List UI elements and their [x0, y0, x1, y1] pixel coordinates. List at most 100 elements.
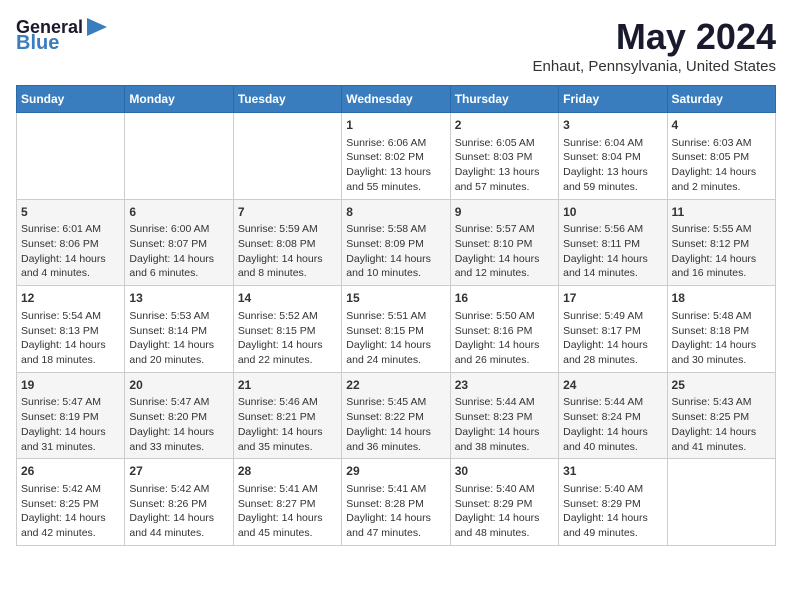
main-title: May 2024 [533, 16, 777, 58]
day-number: 24 [563, 377, 662, 394]
day-content: Sunrise: 6:06 AM Sunset: 8:02 PM Dayligh… [346, 136, 445, 195]
calendar-cell: 9Sunrise: 5:57 AM Sunset: 8:10 PM Daylig… [450, 199, 558, 286]
calendar-cell: 22Sunrise: 5:45 AM Sunset: 8:22 PM Dayli… [342, 372, 450, 459]
calendar-header-wednesday: Wednesday [342, 86, 450, 113]
day-content: Sunrise: 5:46 AM Sunset: 8:21 PM Dayligh… [238, 395, 337, 454]
calendar-cell: 1 Sunrise: 6:06 AM Sunset: 8:02 PM Daylig… [342, 113, 450, 200]
calendar-cell: 8Sunrise: 5:58 AM Sunset: 8:09 PM Daylig… [342, 199, 450, 286]
subtitle: Enhaut, Pennsylvania, United States [533, 58, 777, 75]
calendar-cell: 31 Sunrise: 5:40 AM Sunset: 8:29 PM Dayli… [559, 459, 667, 546]
day-content: Sunrise: 5:48 AM Sunset: 8:18 PM Dayligh… [672, 309, 771, 368]
day-content: Sunrise: 5:49 AM Sunset: 8:17 PM Dayligh… [563, 309, 662, 368]
day-number: 15 [346, 290, 445, 307]
calendar-cell: 15 Sunrise: 5:51 AM Sunset: 8:15 PM Dayli… [342, 286, 450, 373]
calendar-header-tuesday: Tuesday [233, 86, 341, 113]
calendar-cell: 24Sunrise: 5:44 AM Sunset: 8:24 PM Dayli… [559, 372, 667, 459]
calendar-cell: 14 Sunrise: 5:52 AM Sunset: 8:15 PM Dayli… [233, 286, 341, 373]
day-content: Sunrise: 6:04 AM Sunset: 8:04 PM Dayligh… [563, 136, 662, 195]
day-number: 23 [455, 377, 554, 394]
day-number: 4 [672, 117, 771, 134]
day-number: 7 [238, 204, 337, 221]
day-number: 2 [455, 117, 554, 134]
calendar-cell: 12Sunrise: 5:54 AM Sunset: 8:13 PM Dayli… [17, 286, 125, 373]
logo-arrow-icon [83, 16, 111, 38]
calendar-cell [667, 459, 775, 546]
day-number: 14 [238, 290, 337, 307]
calendar-cell: 29 Sunrise: 5:41 AM Sunset: 8:28 PM Dayli… [342, 459, 450, 546]
calendar-cell: 19Sunrise: 5:47 AM Sunset: 8:19 PM Dayli… [17, 372, 125, 459]
day-content: Sunrise: 5:51 AM Sunset: 8:15 PM Dayligh… [346, 309, 445, 368]
day-number: 9 [455, 204, 554, 221]
page-header: General Blue May 2024 Enhaut, Pennsylvan… [16, 16, 776, 75]
day-content: Sunrise: 5:56 AM Sunset: 8:11 PM Dayligh… [563, 222, 662, 281]
calendar-header-row: SundayMondayTuesdayWednesdayThursdayFrid… [17, 86, 776, 113]
day-content: Sunrise: 6:05 AM Sunset: 8:03 PM Dayligh… [455, 136, 554, 195]
calendar-week-5: 26 Sunrise: 5:42 AM Sunset: 8:25 PM Dayli… [17, 459, 776, 546]
calendar-cell: 10Sunrise: 5:56 AM Sunset: 8:11 PM Dayli… [559, 199, 667, 286]
calendar-cell: 26 Sunrise: 5:42 AM Sunset: 8:25 PM Dayli… [17, 459, 125, 546]
calendar-cell: 11Sunrise: 5:55 AM Sunset: 8:12 PM Dayli… [667, 199, 775, 286]
calendar-cell: 30Sunrise: 5:40 AM Sunset: 8:29 PM Dayli… [450, 459, 558, 546]
day-number: 13 [129, 290, 228, 307]
calendar-cell: 20Sunrise: 5:47 AM Sunset: 8:20 PM Dayli… [125, 372, 233, 459]
calendar-header-sunday: Sunday [17, 86, 125, 113]
calendar-week-1: 1 Sunrise: 6:06 AM Sunset: 8:02 PM Daylig… [17, 113, 776, 200]
calendar-cell: 28 Sunrise: 5:41 AM Sunset: 8:27 PM Dayli… [233, 459, 341, 546]
day-number: 12 [21, 290, 120, 307]
day-number: 19 [21, 377, 120, 394]
day-content: Sunrise: 6:00 AM Sunset: 8:07 PM Dayligh… [129, 222, 228, 281]
day-number: 31 [563, 463, 662, 480]
calendar-header-saturday: Saturday [667, 86, 775, 113]
day-number: 25 [672, 377, 771, 394]
calendar-header-monday: Monday [125, 86, 233, 113]
calendar-header-thursday: Thursday [450, 86, 558, 113]
calendar-cell: 18Sunrise: 5:48 AM Sunset: 8:18 PM Dayli… [667, 286, 775, 373]
day-number: 3 [563, 117, 662, 134]
calendar-cell: 27 Sunrise: 5:42 AM Sunset: 8:26 PM Dayli… [125, 459, 233, 546]
day-content: Sunrise: 5:55 AM Sunset: 8:12 PM Dayligh… [672, 222, 771, 281]
logo: General Blue [16, 16, 111, 55]
day-number: 17 [563, 290, 662, 307]
day-number: 16 [455, 290, 554, 307]
day-number: 1 [346, 117, 445, 134]
day-content: Sunrise: 6:03 AM Sunset: 8:05 PM Dayligh… [672, 136, 771, 195]
calendar-table: SundayMondayTuesdayWednesdayThursdayFrid… [16, 85, 776, 546]
calendar-cell: 23Sunrise: 5:44 AM Sunset: 8:23 PM Dayli… [450, 372, 558, 459]
day-number: 21 [238, 377, 337, 394]
day-content: Sunrise: 5:44 AM Sunset: 8:24 PM Dayligh… [563, 395, 662, 454]
calendar-cell: 2 Sunrise: 6:05 AM Sunset: 8:03 PM Daylig… [450, 113, 558, 200]
logo-blue: Blue [16, 32, 59, 55]
day-content: Sunrise: 5:58 AM Sunset: 8:09 PM Dayligh… [346, 222, 445, 281]
calendar-cell: 17 Sunrise: 5:49 AM Sunset: 8:17 PM Dayli… [559, 286, 667, 373]
calendar-cell: 4 Sunrise: 6:03 AM Sunset: 8:05 PM Daylig… [667, 113, 775, 200]
calendar-cell: 21Sunrise: 5:46 AM Sunset: 8:21 PM Dayli… [233, 372, 341, 459]
day-content: Sunrise: 5:47 AM Sunset: 8:19 PM Dayligh… [21, 395, 120, 454]
calendar-cell: 3 Sunrise: 6:04 AM Sunset: 8:04 PM Daylig… [559, 113, 667, 200]
day-number: 26 [21, 463, 120, 480]
day-number: 11 [672, 204, 771, 221]
day-content: Sunrise: 5:40 AM Sunset: 8:29 PM Dayligh… [563, 482, 662, 541]
calendar-cell: 6Sunrise: 6:00 AM Sunset: 8:07 PM Daylig… [125, 199, 233, 286]
day-content: Sunrise: 5:47 AM Sunset: 8:20 PM Dayligh… [129, 395, 228, 454]
day-content: Sunrise: 5:41 AM Sunset: 8:28 PM Dayligh… [346, 482, 445, 541]
day-number: 27 [129, 463, 228, 480]
day-content: Sunrise: 5:42 AM Sunset: 8:26 PM Dayligh… [129, 482, 228, 541]
day-content: Sunrise: 5:59 AM Sunset: 8:08 PM Dayligh… [238, 222, 337, 281]
day-content: Sunrise: 5:43 AM Sunset: 8:25 PM Dayligh… [672, 395, 771, 454]
day-number: 22 [346, 377, 445, 394]
day-number: 5 [21, 204, 120, 221]
calendar-cell: 13 Sunrise: 5:53 AM Sunset: 8:14 PM Dayli… [125, 286, 233, 373]
calendar-cell: 5Sunrise: 6:01 AM Sunset: 8:06 PM Daylig… [17, 199, 125, 286]
calendar-cell [17, 113, 125, 200]
day-content: Sunrise: 5:52 AM Sunset: 8:15 PM Dayligh… [238, 309, 337, 368]
calendar-cell: 25Sunrise: 5:43 AM Sunset: 8:25 PM Dayli… [667, 372, 775, 459]
calendar-header-friday: Friday [559, 86, 667, 113]
day-number: 10 [563, 204, 662, 221]
day-number: 29 [346, 463, 445, 480]
day-content: Sunrise: 5:53 AM Sunset: 8:14 PM Dayligh… [129, 309, 228, 368]
day-content: Sunrise: 5:40 AM Sunset: 8:29 PM Dayligh… [455, 482, 554, 541]
day-content: Sunrise: 5:44 AM Sunset: 8:23 PM Dayligh… [455, 395, 554, 454]
day-content: Sunrise: 5:41 AM Sunset: 8:27 PM Dayligh… [238, 482, 337, 541]
day-number: 28 [238, 463, 337, 480]
day-content: Sunrise: 5:42 AM Sunset: 8:25 PM Dayligh… [21, 482, 120, 541]
